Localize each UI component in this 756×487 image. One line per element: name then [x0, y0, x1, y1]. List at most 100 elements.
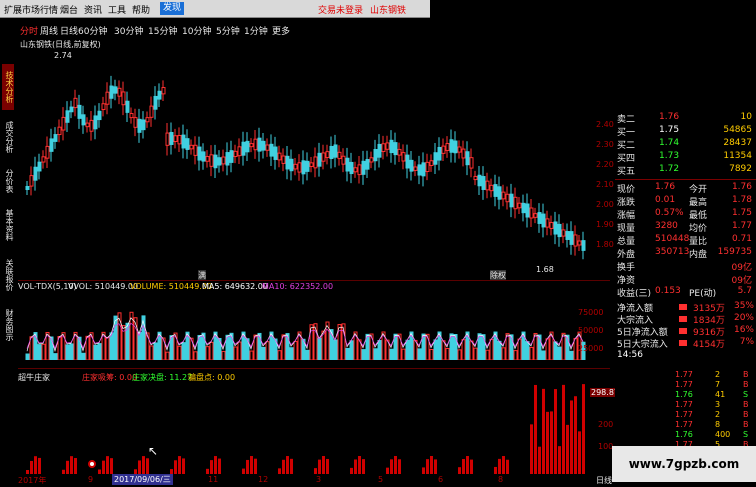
price-tick: 1.90	[596, 220, 614, 229]
date-label: 5	[378, 475, 384, 484]
period-10min[interactable]: 10分钟	[182, 24, 211, 37]
indicator-bar	[102, 460, 105, 474]
indicator-bar	[430, 456, 433, 474]
candle-body	[481, 176, 486, 190]
volume-bar	[289, 347, 294, 360]
candle-body	[393, 142, 398, 156]
candle-body	[529, 207, 534, 219]
side-tab-trade[interactable]: 成交分析	[2, 114, 14, 160]
volume-bar	[361, 349, 366, 360]
candle-body	[409, 159, 414, 172]
period-more[interactable]: 更多	[272, 24, 290, 37]
volume-bar	[25, 353, 30, 360]
indicator-bar	[182, 458, 185, 474]
date-label: 12	[258, 475, 269, 484]
candles-svg	[25, 75, 586, 260]
indicator-bar	[110, 458, 113, 474]
candle-body	[233, 150, 238, 158]
period-week[interactable]: 周线	[40, 24, 58, 37]
candle-body	[429, 160, 434, 167]
candle-body	[125, 100, 130, 113]
date-axis: 2017年 9 2017/09/06/三 11 12 3 5 6 8 日线	[18, 474, 612, 486]
period-60min[interactable]: 60分钟	[78, 24, 107, 37]
level-price: 1.74	[659, 138, 680, 148]
volume-bar	[305, 349, 310, 360]
candle-body	[253, 138, 258, 151]
level-price: 1.72	[659, 164, 680, 174]
menu-discover[interactable]: 发现	[160, 2, 185, 15]
quote-stat-row: 换手 09亿	[617, 263, 752, 273]
indicator-bar	[290, 458, 293, 474]
candle-body	[325, 151, 330, 158]
menu-news[interactable]: 资讯	[84, 3, 102, 16]
side-tab-basic[interactable]: 基本资料	[2, 202, 14, 248]
indicator-bar	[534, 384, 537, 474]
period-day[interactable]: 日线	[60, 24, 78, 37]
volume-bar	[233, 346, 238, 360]
volume-chart[interactable]: 75000 50000 25000	[18, 290, 610, 360]
volume-bar	[237, 341, 242, 360]
menu-yantai[interactable]: 烟台	[60, 3, 78, 16]
candle-body	[153, 95, 158, 110]
candle-body	[305, 160, 310, 172]
candle-body	[501, 191, 506, 200]
indicator-bar	[554, 389, 557, 474]
side-tab-technical[interactable]: 技术分析	[2, 64, 14, 110]
indicator-bar	[106, 456, 109, 474]
period-5min[interactable]: 5分钟	[216, 24, 240, 37]
candle-body	[357, 164, 362, 176]
indicator-bar	[326, 458, 329, 474]
menu-tools[interactable]: 工具	[108, 3, 126, 16]
period-30min[interactable]: 30分钟	[114, 24, 143, 37]
side-tab-finance[interactable]: 财务图示	[2, 302, 14, 348]
indicator-bar	[74, 458, 77, 474]
quote-stat-row: 涨幅 0.57% 最低 1.75	[617, 208, 752, 221]
price-tick: 2.20	[596, 160, 614, 169]
side-tab-price-table[interactable]: 分价表	[2, 164, 14, 198]
candle-body	[541, 213, 546, 228]
candle-body	[301, 160, 306, 175]
volume-bar	[529, 346, 534, 360]
volume-bar	[401, 348, 406, 360]
candle-body	[261, 140, 266, 151]
volume-bar	[153, 342, 158, 360]
candle-body	[437, 146, 442, 161]
candle-body	[441, 145, 446, 154]
indicator-bar	[426, 459, 429, 474]
date-label: 11	[208, 475, 219, 484]
volume-bar	[37, 344, 42, 360]
candlestick-chart[interactable]: 山东钢铁(日线,前复权) 2.74 1.68 满 除权 2.40 2.30 2.20…	[18, 38, 614, 281]
side-tab-related[interactable]: 关联报价	[2, 252, 14, 298]
volume-bar	[517, 338, 522, 360]
candle-body	[205, 156, 210, 162]
indicator-bar	[318, 459, 321, 474]
period-indicator[interactable]: 日线	[596, 475, 612, 486]
menu-help[interactable]: 帮助	[132, 3, 150, 16]
volume-bar	[109, 332, 114, 360]
period-fenshi[interactable]: 分时	[20, 24, 38, 37]
volume-bar	[445, 348, 450, 360]
candle-body	[401, 152, 406, 162]
menu-trade-status[interactable]: 交易未登录	[318, 3, 363, 16]
period-15min[interactable]: 15分钟	[148, 24, 177, 37]
level-name: 买四	[617, 154, 636, 164]
candle-body	[413, 166, 418, 171]
quote-stat-row: 总量 510448 量比 0.71	[617, 234, 752, 247]
indicator-chart[interactable]: 298.87 200 100 ↖	[18, 372, 620, 474]
candle-body	[265, 144, 270, 151]
volume-bar	[97, 343, 102, 360]
level-vol: 11354	[723, 151, 752, 161]
indicator-bar	[550, 411, 553, 474]
menu-extended-market[interactable]: 扩展市场行情	[4, 3, 58, 16]
candle-body	[361, 160, 366, 175]
candle-body	[221, 156, 226, 165]
candle-body	[365, 159, 370, 170]
indicator-bar	[538, 446, 541, 474]
candle-body	[449, 139, 454, 153]
indicator-bar	[530, 424, 533, 474]
candle-body	[109, 85, 114, 99]
candle-body	[101, 103, 106, 111]
candle-body	[245, 140, 250, 153]
period-1min[interactable]: 1分钟	[244, 24, 268, 37]
indicator-bar	[246, 459, 249, 474]
